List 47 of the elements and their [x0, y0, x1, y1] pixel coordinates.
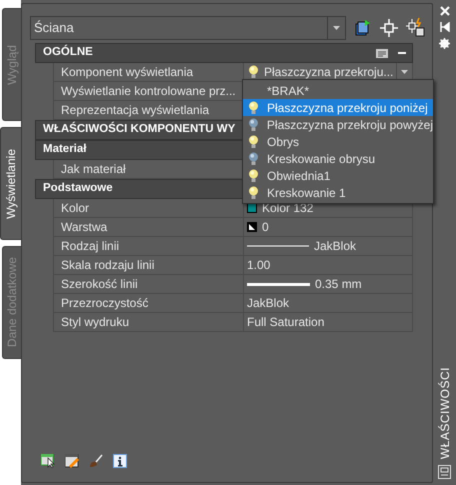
layer-icon: [247, 222, 257, 232]
edit-table-icon[interactable]: [65, 454, 80, 468]
property-value: 0: [262, 219, 269, 236]
dropdown-option[interactable]: Płaszczyzna przekroju poniżej: [243, 99, 433, 116]
light-bulb-icon: [248, 168, 259, 182]
property-value: Full Saturation: [247, 314, 324, 331]
property-label: Skala rodzaju linii: [54, 256, 244, 274]
category-title: Podstawowe: [43, 181, 113, 196]
category-title: OGÓLNE: [43, 44, 93, 60]
property-value: Kolor 132: [262, 200, 314, 217]
light-bulb-icon: [248, 186, 259, 200]
side-tab[interactable]: Wyświetlanie: [0, 127, 21, 240]
close-icon[interactable]: [440, 6, 450, 16]
brush-icon[interactable]: [89, 454, 104, 468]
property-value: JakBlok: [314, 238, 356, 255]
caret-icon: [401, 70, 408, 74]
properties-icon[interactable]: [438, 465, 451, 479]
property-value: 1.00: [247, 257, 270, 274]
light-bulb-icon: [248, 100, 259, 114]
pin-icon[interactable]: [440, 22, 450, 32]
category-title: WŁAŚCIWOŚCI KOMPONENTU WY: [43, 121, 236, 138]
quick-select-icon[interactable]: [354, 19, 372, 37]
caret-icon: [333, 26, 340, 30]
settings-icon[interactable]: [439, 38, 450, 49]
property-value: 0.35 mm: [315, 276, 362, 293]
property-value: JakBlok: [247, 295, 290, 312]
line-sample: [247, 245, 309, 247]
pick-add-icon[interactable]: [406, 18, 426, 38]
property-label: Przezroczystość: [54, 294, 244, 312]
property-label: Szerokość linii: [54, 275, 244, 293]
light-bulb-icon: [248, 134, 259, 148]
object-dropdown[interactable]: Ściana: [30, 16, 346, 40]
palette-title: WŁAŚCIWOŚCI: [436, 366, 452, 459]
property-label: Rodzaj linii: [54, 237, 244, 255]
property-label: Warstwa: [54, 218, 244, 236]
light-bulb-icon: [248, 118, 259, 132]
dropdown-option[interactable]: *BRAK*: [243, 82, 433, 99]
list-icon[interactable]: [376, 48, 388, 58]
category-header[interactable]: OGÓLNE: [35, 43, 413, 63]
line-sample: [247, 282, 310, 286]
collapse-icon[interactable]: [398, 49, 406, 57]
light-bulb-icon: [248, 152, 259, 166]
info-icon[interactable]: [113, 454, 127, 468]
category-title: Materiał: [43, 142, 86, 158]
select-table-icon[interactable]: [41, 454, 56, 468]
property-label: Styl wydruku: [54, 313, 244, 331]
crosshair-icon[interactable]: [380, 19, 398, 37]
